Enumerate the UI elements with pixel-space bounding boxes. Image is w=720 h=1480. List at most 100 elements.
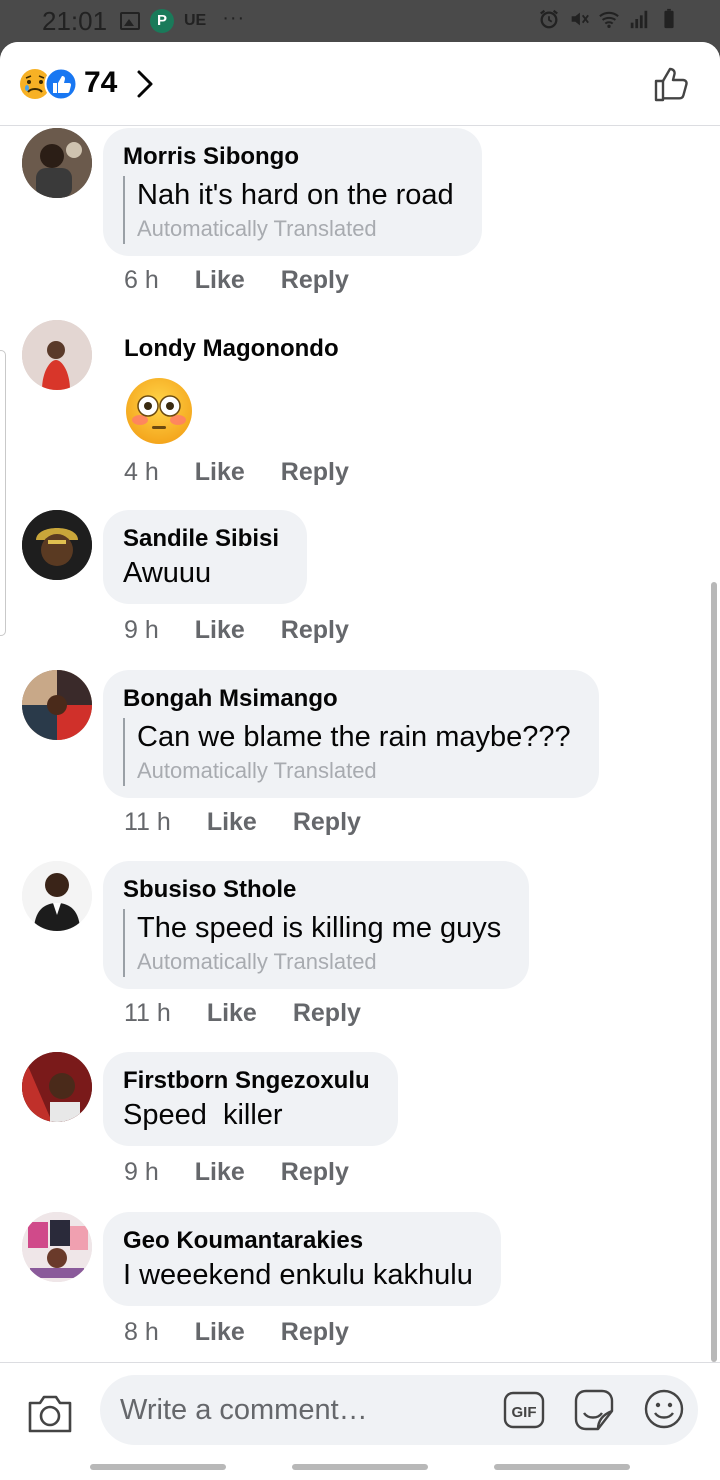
avatar-photo bbox=[22, 320, 92, 390]
comment-time: 8 h bbox=[124, 1318, 159, 1346]
camera-icon[interactable] bbox=[26, 1391, 74, 1435]
commenter-name[interactable]: Londy Magonondo bbox=[124, 334, 339, 364]
commenter-name[interactable]: Bongah Msimango bbox=[123, 684, 571, 714]
status-time: 21:01 bbox=[42, 6, 108, 36]
signal-icon bbox=[630, 10, 648, 29]
reply-button[interactable]: Reply bbox=[281, 1158, 349, 1187]
comment-time: 9 h bbox=[124, 1158, 159, 1186]
comment-text: Nah it's hard on the road bbox=[137, 179, 454, 211]
comment-actions: 6 h Like Reply bbox=[124, 266, 385, 295]
commenter-name[interactable]: Firstborn Sngezoxulu bbox=[123, 1066, 370, 1096]
chevron-right-icon[interactable] bbox=[134, 68, 156, 100]
comment-bubble[interactable]: Sbusiso Sthole The speed is killing me g… bbox=[103, 861, 530, 989]
status-left-icons: P UE ··· bbox=[120, 6, 246, 33]
commenter-name[interactable]: Sbusiso Sthole bbox=[123, 875, 501, 905]
emoji-smile-icon[interactable] bbox=[642, 1387, 686, 1431]
like-button[interactable]: Like bbox=[195, 1158, 245, 1187]
left-edge-overlay bbox=[0, 350, 6, 636]
like-button[interactable]: Like bbox=[207, 999, 257, 1028]
reply-button[interactable]: Reply bbox=[293, 999, 361, 1028]
translation-label[interactable]: Automatically Translated bbox=[137, 947, 501, 977]
carrier-label: UE bbox=[184, 12, 207, 29]
nav-recents-handle[interactable] bbox=[90, 1464, 226, 1470]
comment-bubble[interactable]: Bongah Msimango Can we blame the rain ma… bbox=[103, 670, 599, 798]
avatar-photo bbox=[22, 510, 92, 580]
avatar-photo bbox=[22, 670, 92, 740]
translation-label[interactable]: Automatically Translated bbox=[137, 214, 454, 244]
avatar[interactable] bbox=[22, 670, 92, 740]
comment-time: 6 h bbox=[124, 266, 159, 294]
sticker-icon[interactable] bbox=[570, 1387, 616, 1433]
translated-block: The speed is killing me guys Automatical… bbox=[123, 909, 501, 977]
comment-time: 4 h bbox=[124, 458, 159, 486]
comment-bubble[interactable]: Sandile Sibisi Awuuu bbox=[103, 510, 308, 604]
reaction-icons[interactable] bbox=[18, 67, 78, 101]
like-button[interactable]: Like bbox=[195, 266, 245, 295]
gif-icon[interactable]: GIF bbox=[502, 1388, 546, 1432]
comments-header: 74 bbox=[0, 42, 720, 126]
avatar[interactable] bbox=[22, 1212, 92, 1282]
status-bar: 21:01 P UE ··· bbox=[0, 0, 720, 42]
translated-block: Can we blame the rain maybe??? Automatic… bbox=[123, 718, 571, 786]
commenter-name[interactable]: Geo Koumantarakies bbox=[123, 1226, 473, 1256]
status-right-icons bbox=[538, 8, 680, 30]
reply-button[interactable]: Reply bbox=[281, 266, 349, 295]
commenter-name[interactable]: Morris Sibongo bbox=[123, 142, 454, 172]
reply-button[interactable]: Reply bbox=[281, 1318, 349, 1347]
comment-input-container: GIF bbox=[100, 1375, 698, 1445]
avatar[interactable] bbox=[22, 1052, 92, 1122]
like-button[interactable]: Like bbox=[195, 458, 245, 487]
nav-back-handle[interactable] bbox=[494, 1464, 630, 1470]
avatar[interactable] bbox=[22, 861, 92, 931]
avatar[interactable] bbox=[22, 510, 92, 580]
nav-home-handle[interactable] bbox=[292, 1464, 428, 1470]
translation-label[interactable]: Automatically Translated bbox=[137, 756, 571, 786]
system-nav-bar bbox=[0, 1454, 720, 1480]
wifi-icon bbox=[599, 11, 619, 28]
comment-time: 11 h bbox=[124, 999, 171, 1027]
comment-bubble[interactable]: Firstborn Sngezoxulu Speed killer bbox=[103, 1052, 398, 1146]
like-reaction-icon bbox=[44, 67, 78, 101]
reaction-count[interactable]: 74 bbox=[84, 66, 117, 100]
alarm-icon bbox=[540, 9, 558, 29]
comment-text: Awuuu bbox=[123, 557, 212, 589]
reply-button[interactable]: Reply bbox=[281, 458, 349, 487]
translated-block: Nah it's hard on the road Automatically … bbox=[123, 176, 454, 244]
gallery-notification-icon bbox=[120, 12, 140, 30]
battery-icon bbox=[664, 8, 674, 29]
comment-text: I weeekend enkulu kakhulu bbox=[123, 1259, 473, 1291]
avatar-photo bbox=[22, 128, 92, 198]
avatar-photo bbox=[22, 861, 92, 931]
comment-time: 11 h bbox=[124, 808, 171, 836]
reply-button[interactable]: Reply bbox=[281, 616, 349, 645]
comment-text: The speed is killing me guys bbox=[137, 912, 502, 944]
comments-sheet: 74 Morris Sibongo Nah it's hard on the r… bbox=[0, 42, 720, 1480]
avatar[interactable] bbox=[22, 320, 92, 390]
more-notifications-icon: ··· bbox=[222, 6, 246, 29]
like-button[interactable]: Like bbox=[195, 616, 245, 645]
app-notification-icon: P bbox=[150, 9, 174, 33]
comment-body[interactable]: Londy Magonondo bbox=[124, 334, 339, 451]
comment-actions: 11 h Like Reply bbox=[124, 808, 397, 837]
comment-actions: 9 h Like Reply bbox=[124, 1158, 385, 1187]
thumbs-up-icon[interactable] bbox=[652, 64, 692, 104]
comment-input[interactable] bbox=[120, 1387, 500, 1433]
commenter-name[interactable]: Sandile Sibisi bbox=[123, 524, 279, 554]
like-button[interactable]: Like bbox=[195, 1318, 245, 1347]
comment-actions: 8 h Like Reply bbox=[124, 1318, 385, 1347]
flushed-face-icon bbox=[126, 378, 192, 444]
mute-icon bbox=[571, 12, 589, 26]
avatar[interactable] bbox=[22, 128, 92, 198]
scrollbar[interactable] bbox=[711, 582, 717, 1362]
comment-time: 9 h bbox=[124, 616, 159, 644]
comment-actions: 9 h Like Reply bbox=[124, 616, 385, 645]
avatar-photo bbox=[22, 1052, 92, 1122]
comment-actions: 11 h Like Reply bbox=[124, 999, 397, 1028]
comment-bubble[interactable]: Morris Sibongo Nah it's hard on the road… bbox=[103, 128, 482, 256]
reply-button[interactable]: Reply bbox=[293, 808, 361, 837]
like-button[interactable]: Like bbox=[207, 808, 257, 837]
comment-actions: 4 h Like Reply bbox=[124, 458, 385, 487]
avatar-photo bbox=[22, 1212, 92, 1282]
comment-bubble[interactable]: Geo Koumantarakies I weeekend enkulu kak… bbox=[103, 1212, 501, 1306]
comment-text: Can we blame the rain maybe??? bbox=[137, 721, 571, 753]
